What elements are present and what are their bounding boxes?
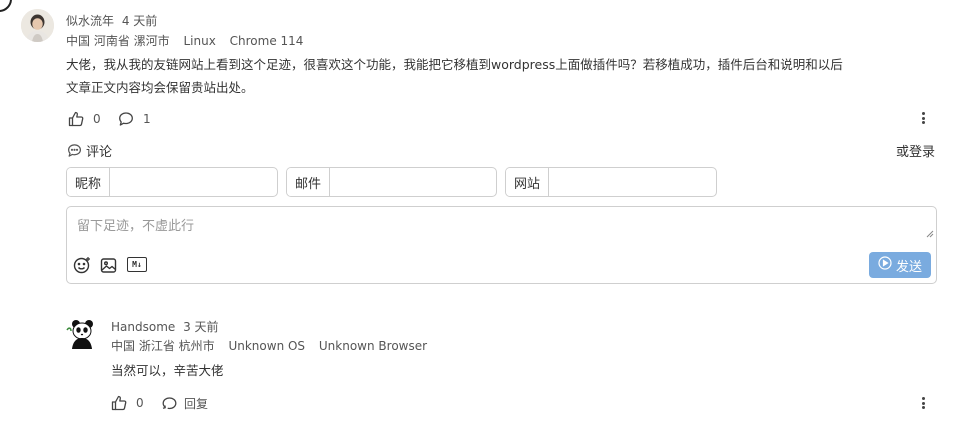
login-link[interactable]: 或登录	[896, 141, 935, 160]
nick-input[interactable]	[110, 168, 277, 196]
reply-os: Unknown OS	[228, 339, 306, 353]
nick-field: 昵称	[66, 167, 278, 197]
partial-circle-icon	[0, 0, 12, 12]
like-button[interactable]: 0	[68, 111, 101, 127]
reply-count-button[interactable]: 1	[118, 111, 151, 127]
mail-input[interactable]	[330, 168, 496, 196]
reply-author[interactable]: Handsome	[111, 320, 175, 334]
comment-content-line: 文章正文内容均会保留贵站出处。	[66, 80, 254, 95]
like-count: 0	[93, 112, 101, 126]
image-upload-icon[interactable]	[100, 256, 118, 278]
comment-time: 4 天前	[121, 14, 158, 28]
avatar[interactable]	[21, 9, 54, 42]
reply-count: 1	[143, 112, 151, 126]
comment-textarea[interactable]	[67, 207, 936, 241]
comment-toggle-label: 评论	[86, 145, 113, 160]
more-vertical-icon[interactable]	[916, 111, 930, 125]
send-label: 发送	[895, 259, 922, 275]
comment-os: Linux	[183, 34, 216, 48]
site-label: 网站	[506, 168, 550, 196]
reply-label: 回复	[184, 397, 209, 411]
comment-toggle[interactable]: 评论	[67, 141, 112, 160]
reply-button[interactable]: 回复	[161, 395, 208, 412]
play-circle-icon	[878, 256, 892, 274]
comment-content: 大佬，我从我的友链网站上看到这个足迹，很喜欢这个功能，我能把它移植到wordpr…	[66, 53, 946, 99]
more-vertical-icon[interactable]	[916, 396, 930, 410]
reply-time: 3 天前	[183, 320, 219, 334]
resize-handle-icon[interactable]	[925, 229, 934, 238]
nick-label: 昵称	[67, 168, 111, 196]
comment-content-line: 大佬，我从我的友链网站上看到这个足迹，很喜欢这个功能，我能把它移植到wordpr…	[66, 57, 843, 72]
markdown-icon[interactable]: M↓	[127, 257, 147, 272]
reply-browser: Unknown Browser	[318, 339, 428, 353]
comment-editor: M↓ 发送	[66, 206, 937, 284]
reply-author-line: Handsome 3 天前	[111, 318, 219, 335]
emoji-icon[interactable]	[73, 256, 91, 278]
comment-bubble-icon	[67, 143, 82, 158]
mail-label: 邮件	[287, 168, 331, 196]
site-input[interactable]	[549, 168, 716, 196]
comment-browser: Chrome 114	[229, 34, 304, 48]
comment-location: 中国 河南省 漯河市	[66, 34, 170, 48]
site-field: 网站	[505, 167, 717, 197]
like-button[interactable]: 0	[111, 395, 144, 411]
thumbs-up-icon	[111, 395, 128, 411]
reply-icon	[161, 396, 178, 412]
reply-meta: 中国 浙江省 杭州市 Unknown OS Unknown Browser	[111, 337, 435, 354]
send-button[interactable]: 发送	[869, 252, 931, 278]
reply-location: 中国 浙江省 杭州市	[111, 339, 215, 353]
comment-bubble-icon	[118, 111, 134, 127]
reply-content: 当然可以，辛苦大佬	[111, 363, 224, 378]
comment-meta: 中国 河南省 漯河市 Linux Chrome 114	[66, 32, 311, 49]
comment-author-line: 似水流年 4 天前	[66, 12, 157, 29]
comment-author[interactable]: 似水流年	[66, 14, 114, 28]
like-count: 0	[136, 396, 144, 410]
mail-field: 邮件	[286, 167, 497, 197]
thumbs-up-icon	[68, 111, 85, 127]
avatar[interactable]	[65, 316, 99, 350]
